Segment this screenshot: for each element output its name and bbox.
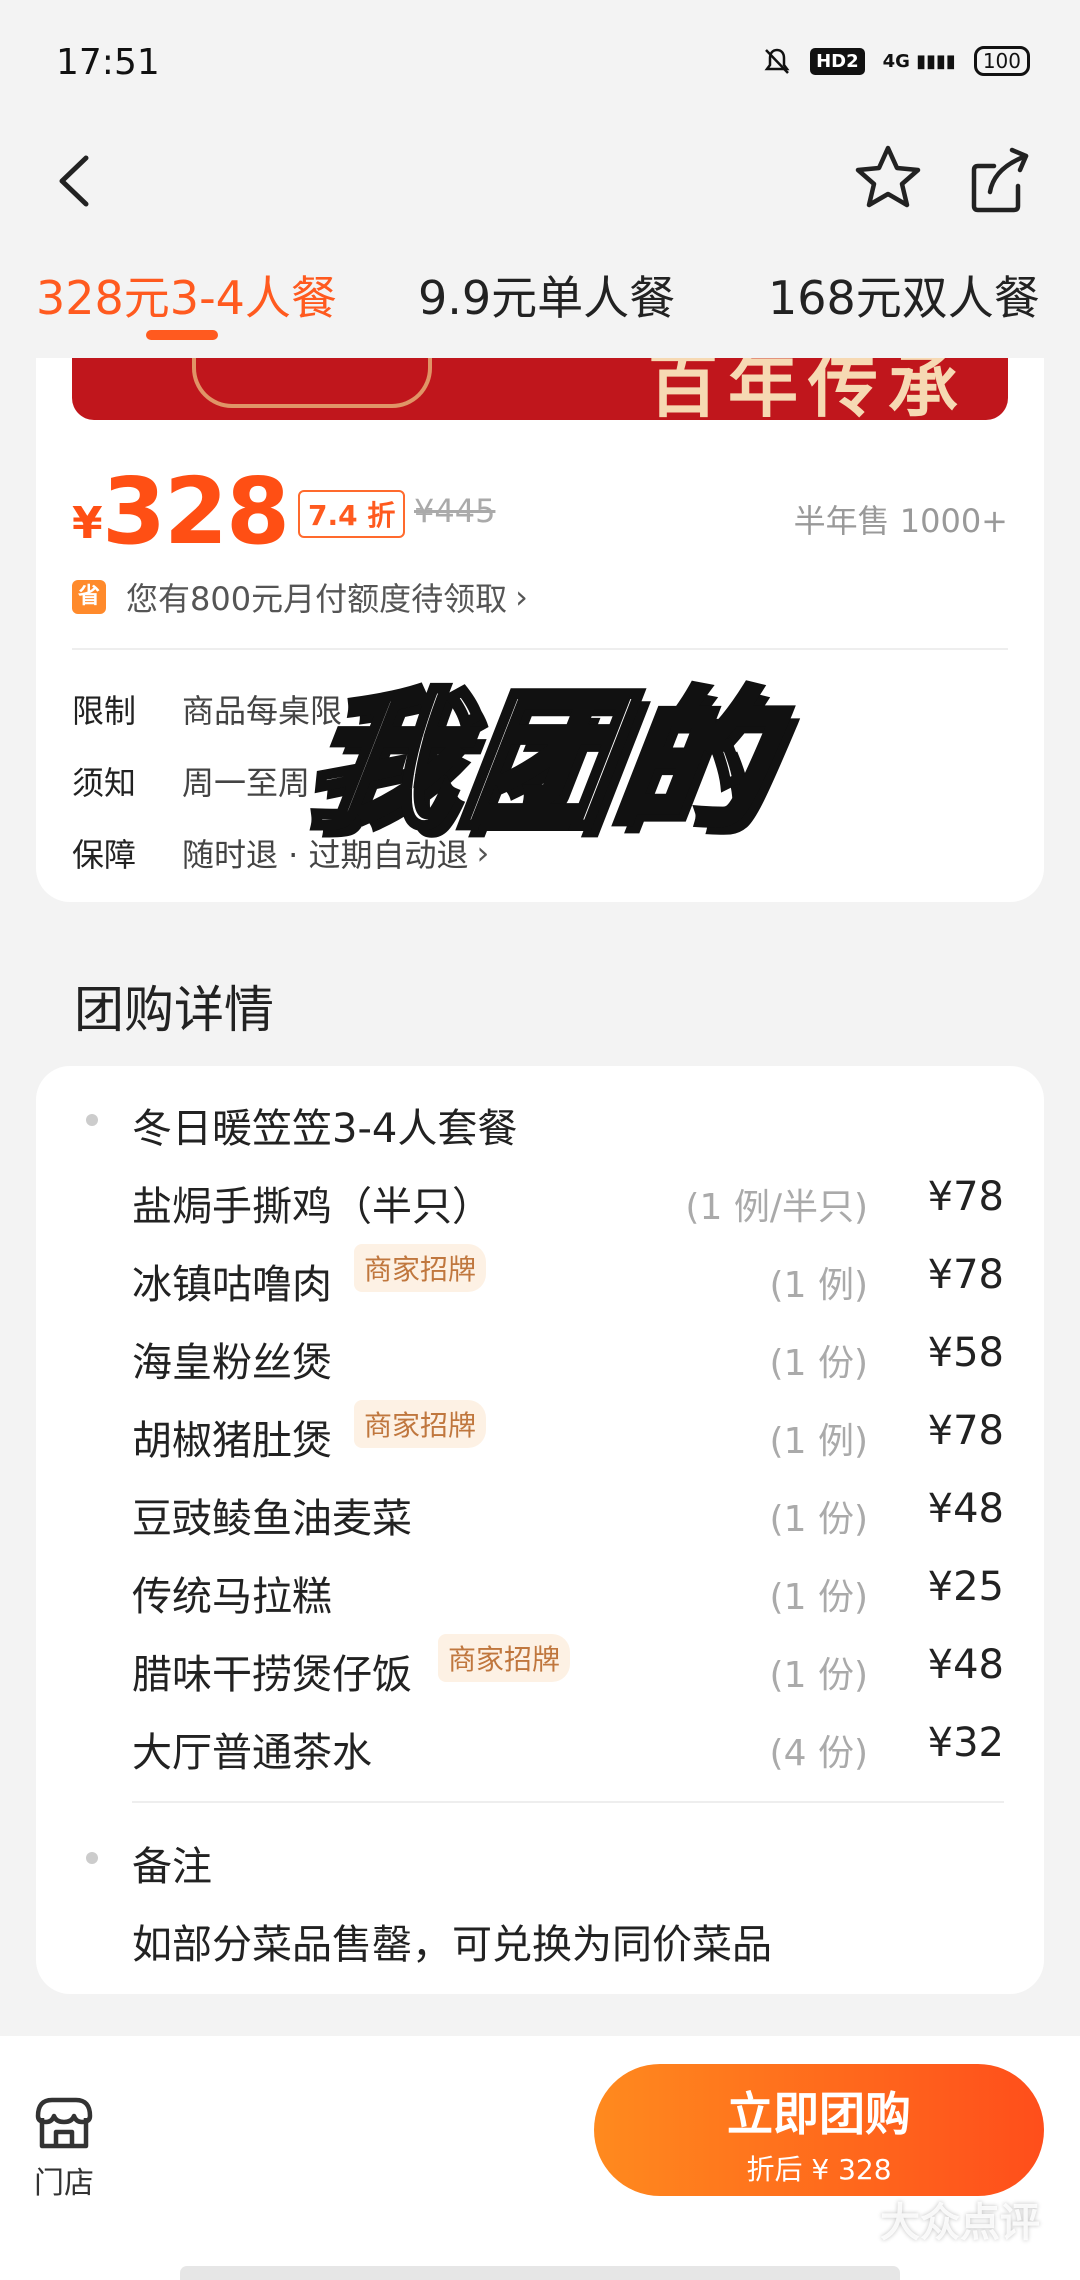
dish-name: 冰镇咕噜肉: [132, 1262, 332, 1308]
tab-168[interactable]: 168元双人餐: [768, 262, 1040, 328]
signature-tag: 商家招牌: [354, 1400, 487, 1448]
back-button[interactable]: [48, 136, 108, 226]
info-value: 周一至周: [182, 764, 311, 802]
dish-price: ¥48: [927, 1642, 1004, 1688]
package-detail-card: 冬日暖笠笠3-4人套餐 盐焗手撕鸡（半只） (1 例/半只) ¥78 冰镇咕噜肉…: [36, 1066, 1044, 1994]
dish-name: 腊味干捞煲仔饭: [132, 1652, 412, 1698]
star-icon: [855, 145, 921, 208]
dish-quantity: (1 例): [769, 1421, 868, 1462]
hd-badge: HD2: [810, 47, 865, 75]
dish-quantity: (1 例): [769, 1265, 868, 1306]
dish-price: ¥32: [927, 1720, 1004, 1766]
price-row: ¥ 328 7.4 折 ¥445 半年售 1000+: [72, 458, 1008, 565]
dish-quantity: (1 份): [769, 1577, 868, 1618]
sold-count: 半年售 1000+: [793, 502, 1008, 540]
tab-indicator: [146, 330, 218, 340]
dish-quantity: (1 份): [769, 1655, 868, 1696]
overlay-sticker-text: 我团的: [293, 672, 785, 852]
package-title: 冬日暖笠笠3-4人套餐: [132, 1106, 518, 1152]
remark-title: 备注: [132, 1844, 212, 1890]
signal-icon: 4G ▮▮▮▮: [882, 50, 956, 72]
dish-quantity: (4 份): [769, 1733, 868, 1774]
list-item: 海皇粉丝煲 (1 份) ¥58: [132, 1322, 1004, 1392]
dish-price: ¥48: [927, 1486, 1004, 1532]
dish-price: ¥78: [927, 1408, 1004, 1454]
banner-ornament: [192, 358, 432, 408]
status-icons: HD2 4G ▮▮▮▮ 100: [762, 46, 1030, 76]
list-item: 盐焗手撕鸡（半只） (1 例/半只) ¥78: [132, 1166, 1004, 1236]
credit-offer-link[interactable]: 省 您有800元月付额度待领取 ›: [72, 572, 528, 622]
original-price: ¥445: [414, 492, 496, 530]
list-item: 腊味干捞煲仔饭 商家招牌 (1 份) ¥48: [132, 1634, 1004, 1704]
nav-bar: [0, 120, 1080, 250]
signature-tag: 商家招牌: [354, 1244, 487, 1292]
dish-quantity: (1 份): [769, 1343, 868, 1384]
dish-name: 大厅普通茶水: [132, 1730, 372, 1776]
deal-price: 328: [102, 458, 290, 565]
info-label: 须知: [72, 764, 137, 802]
bullet-dot: [86, 1852, 98, 1864]
list-item: 传统马拉糕 (1 份) ¥25: [132, 1556, 1004, 1626]
dish-name: 胡椒猪肚煲: [132, 1418, 332, 1464]
dish-price: ¥78: [927, 1252, 1004, 1298]
favorite-button[interactable]: [848, 126, 928, 226]
list-item: 胡椒猪肚煲 商家招牌 (1 例) ¥78: [132, 1400, 1004, 1470]
tab-9-9[interactable]: 9.9元单人餐: [418, 262, 675, 328]
dish-name: 传统马拉糕: [132, 1574, 332, 1620]
dish-price: ¥58: [927, 1330, 1004, 1376]
buy-now-button[interactable]: 立即团购 折后 ¥ 328: [594, 2064, 1044, 2196]
status-bar: 17:51 HD2 4G ▮▮▮▮ 100: [0, 0, 1080, 120]
dish-price: ¥78: [927, 1174, 1004, 1220]
dish-price: ¥25: [927, 1564, 1004, 1610]
back-arrow-icon: [59, 155, 89, 207]
credit-offer-text: 您有800元月付额度待领取: [126, 580, 508, 618]
dish-quantity: (1 例/半只): [685, 1187, 868, 1228]
dish-name: 豆豉鲮鱼油麦菜: [132, 1496, 412, 1542]
watermark: 大众点评: [880, 2200, 1040, 2246]
info-label: 保障: [72, 836, 137, 874]
bullet-dot: [86, 1114, 98, 1126]
signature-tag: 商家招牌: [438, 1634, 571, 1682]
list-item: 大厅普通茶水 (4 份) ¥32: [132, 1712, 1004, 1782]
promo-banner: 百年传承: [72, 358, 1008, 420]
info-row-limit: 限制 商品每桌限: [72, 684, 342, 734]
banner-text: 百年传承: [648, 358, 968, 420]
share-icon: [971, 147, 1029, 213]
discount-badge: 7.4 折: [298, 490, 406, 538]
package-tabs: 328元3-4人餐 9.9元单人餐 168元双人餐: [0, 250, 1080, 360]
list-item: 豆豉鲮鱼油麦菜 (1 份) ¥48: [132, 1478, 1004, 1548]
buy-now-label: 立即团购: [727, 2087, 911, 2141]
list-item: 冰镇咕噜肉 商家招牌 (1 例) ¥78: [132, 1244, 1004, 1314]
dish-name: 海皇粉丝煲: [132, 1340, 332, 1386]
chevron-right-icon: ›: [515, 578, 528, 616]
section-title: 团购详情: [74, 981, 274, 1039]
info-label: 限制: [72, 692, 137, 730]
currency-symbol: ¥: [72, 498, 103, 549]
info-row-notice: 须知 周一至周: [72, 756, 310, 806]
buy-now-sublabel: 折后 ¥ 328: [746, 2153, 892, 2186]
tab-328[interactable]: 328元3-4人餐: [36, 262, 337, 328]
dish-name: 盐焗手撕鸡（半只）: [132, 1184, 492, 1230]
mute-bell-icon: [764, 48, 790, 74]
save-icon: 省: [72, 580, 106, 614]
home-indicator: [180, 2266, 900, 2280]
store-label: 门店: [34, 2166, 94, 2201]
battery-icon: 100: [973, 46, 1030, 76]
store-button[interactable]: 门店: [28, 2094, 100, 2202]
store-icon: [35, 2097, 93, 2149]
status-time: 17:51: [56, 42, 160, 83]
divider: [132, 1801, 1004, 1803]
remark-text: 如部分菜品售罄，可兑换为同价菜品: [132, 1922, 772, 1968]
dish-quantity: (1 份): [769, 1499, 868, 1540]
share-button[interactable]: [960, 130, 1040, 230]
